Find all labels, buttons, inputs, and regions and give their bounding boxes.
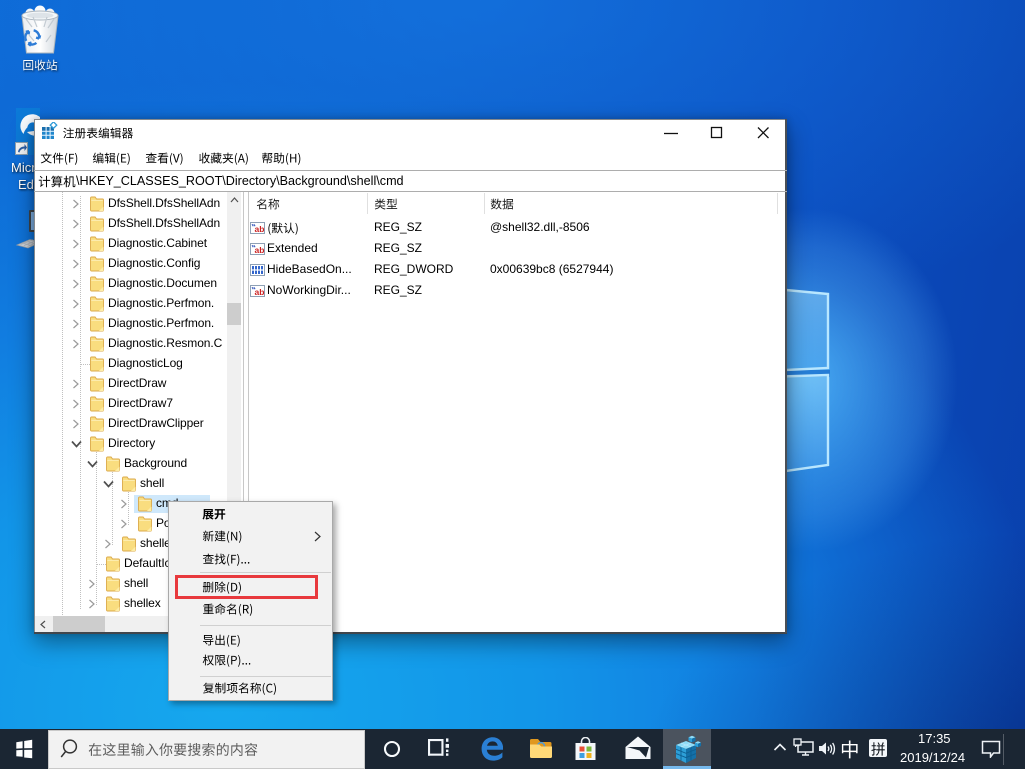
svg-text:ab: ab: [255, 245, 265, 255]
svg-text:ab: ab: [255, 287, 265, 297]
svg-text:ab: ab: [255, 224, 265, 234]
